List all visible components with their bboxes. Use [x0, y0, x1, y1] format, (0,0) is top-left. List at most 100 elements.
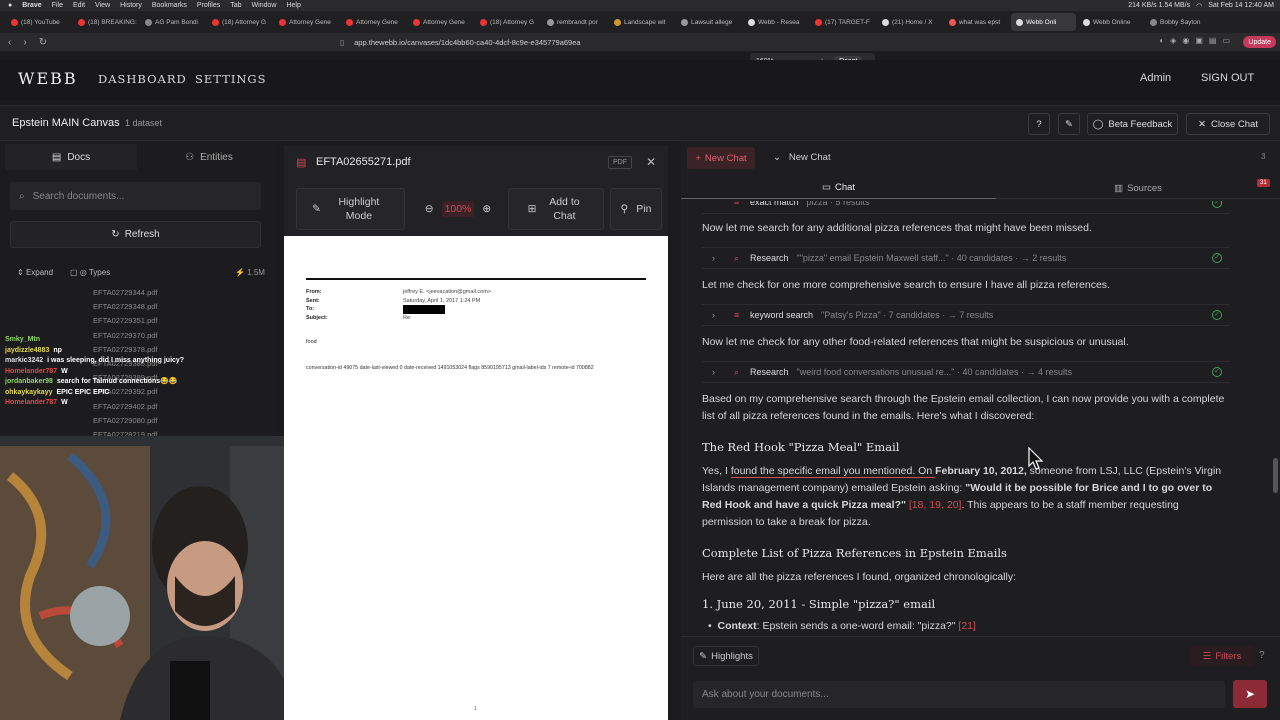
- browser-tab-label: what was epst: [959, 18, 1001, 26]
- zoom-in-icon[interactable]: ⊕: [482, 202, 491, 216]
- document-list-item[interactable]: EFTA02729351.pdf: [93, 314, 158, 328]
- browser-tab[interactable]: AG Pam Bondi: [140, 13, 205, 31]
- extension-icon[interactable]: ◉: [1182, 36, 1189, 45]
- browser-tab[interactable]: Landscape wit: [609, 13, 674, 31]
- tool-call-row[interactable]: › ⌕ Research ""pizza" email Epstein Maxwe…: [702, 247, 1230, 269]
- highlight-mode-button[interactable]: ✎ Highlight Mode: [296, 188, 405, 230]
- back-icon[interactable]: ‹: [8, 37, 11, 48]
- email-header-values: jeffrey E. <jeevacation@gmail.com> Satur…: [403, 288, 491, 322]
- close-pdf-icon[interactable]: ✕: [646, 155, 656, 169]
- add-to-chat-button[interactable]: ⊞ Add to Chat: [508, 188, 604, 230]
- menu-file[interactable]: File: [52, 2, 63, 9]
- pin-button[interactable]: ⚲ Pin: [610, 188, 662, 230]
- search-icon: ⌕: [734, 366, 740, 377]
- document-search-input[interactable]: ⌕ Search documents...: [10, 182, 261, 210]
- sidebar-icon[interactable]: ▤: [1209, 36, 1217, 45]
- help-icon[interactable]: ?: [1259, 650, 1265, 661]
- url-bar[interactable]: ▯ app.thewebb.io/canvases/1dc4bb60-ca40-…: [340, 36, 880, 49]
- nav-signout[interactable]: SIGN OUT: [1201, 72, 1254, 84]
- tool-call-row[interactable]: › ⌕ Research "weird food conversations un…: [702, 361, 1230, 383]
- browser-tab[interactable]: Attorney Gene: [341, 13, 406, 31]
- menu-help[interactable]: Help: [286, 2, 300, 9]
- browser-tab[interactable]: (17) TARGET-F: [810, 13, 875, 31]
- new-chat-button[interactable]: + New Chat: [687, 147, 755, 169]
- stream-chat-message: Smky_Mtn: [5, 335, 195, 346]
- menu-profiles[interactable]: Profiles: [197, 2, 220, 9]
- browser-tab[interactable]: Webb - Resea: [743, 13, 808, 31]
- refresh-label: Refresh: [124, 229, 160, 240]
- filters-button[interactable]: ☰ Filters: [1190, 646, 1254, 666]
- highlights-button[interactable]: ✎ Highlights: [693, 646, 759, 666]
- browser-tab[interactable]: Lawsuit allege: [676, 13, 741, 31]
- stream-chat-text: i was sleeping, did I miss anything juic…: [47, 357, 185, 364]
- bookmark-icon[interactable]: ▯: [340, 38, 344, 47]
- nav-admin[interactable]: Admin: [1140, 72, 1171, 84]
- update-button[interactable]: Update: [1243, 36, 1276, 48]
- browser-tab[interactable]: Attorney Gene: [274, 13, 339, 31]
- beta-feedback-button[interactable]: ◯ Beta Feedback: [1087, 113, 1178, 135]
- browser-tab[interactable]: (18) Attorney G: [475, 13, 540, 31]
- browser-tab[interactable]: (21) Home / X: [877, 13, 942, 31]
- tab-entities[interactable]: ⚇ Entities: [143, 144, 275, 170]
- tool-call-row[interactable]: › ≡ keyword search "Patsy's Pizza" · 7 ca…: [702, 304, 1230, 326]
- search-icon: ⌕: [734, 252, 740, 263]
- nav-dashboard[interactable]: DASHBOARD: [98, 72, 187, 86]
- browser-tab-label: Bobby Sayton: [1160, 18, 1201, 26]
- nav-settings[interactable]: SETTINGS: [195, 72, 267, 86]
- citation-links[interactable]: [18, 19, 20]: [906, 499, 962, 511]
- help-icon: ?: [1036, 118, 1042, 130]
- menu-app[interactable]: Brave: [22, 2, 41, 9]
- close-chat-button[interactable]: ✕ Close Chat: [1186, 113, 1270, 135]
- browser-tab[interactable]: Webb Online: [1078, 13, 1143, 31]
- help-button[interactable]: ?: [1028, 113, 1050, 135]
- browser-tab[interactable]: (18) BREAKING:: [73, 13, 138, 31]
- refresh-button[interactable]: ↻ Refresh: [10, 221, 261, 248]
- forward-icon[interactable]: ›: [23, 37, 26, 48]
- tab-docs[interactable]: ▤ Docs: [5, 144, 137, 170]
- clock[interactable]: Sat Feb 14 12:40 AM: [1208, 2, 1274, 9]
- citation-link[interactable]: [21]: [958, 620, 976, 632]
- tool-call-row[interactable]: ≡ exact match pizza · 5 results ✓: [702, 201, 1230, 214]
- plus-icon: +: [695, 152, 701, 164]
- document-list-item[interactable]: EFTA02729344.pdf: [93, 286, 158, 300]
- chat-selector[interactable]: ⌄ New Chat: [773, 152, 831, 163]
- browser-tab[interactable]: (18) Attorney G: [207, 13, 272, 31]
- extension-icon[interactable]: ▣: [1195, 36, 1203, 45]
- tab-chat[interactable]: ▭ Chat: [681, 177, 996, 199]
- browser-tab[interactable]: (18) YouTube: [6, 13, 71, 31]
- wallet-icon[interactable]: ▭: [1222, 36, 1230, 45]
- message-icon: ◯: [1092, 118, 1104, 130]
- url-text[interactable]: app.thewebb.io/canvases/1dc4bb60-ca40-4d…: [354, 38, 580, 47]
- menu-bookmarks[interactable]: Bookmarks: [152, 2, 187, 9]
- menu-tab[interactable]: Tab: [230, 2, 241, 9]
- menu-history[interactable]: History: [120, 2, 142, 9]
- apple-icon[interactable]: ●: [8, 2, 12, 9]
- send-button[interactable]: ➤: [1233, 680, 1267, 708]
- types-filter-button[interactable]: ▢ ◎ Types: [70, 268, 110, 277]
- menu-edit[interactable]: Edit: [73, 2, 85, 9]
- logo[interactable]: WEBB: [18, 69, 78, 88]
- reload-icon[interactable]: ↻: [39, 37, 47, 48]
- list-heading: 1. June 20, 2011 - Simple "pizza?" email: [702, 597, 936, 611]
- extension-icon[interactable]: ◐: [1159, 36, 1164, 45]
- menu-view[interactable]: View: [95, 2, 110, 9]
- browser-tab[interactable]: Webb Onli: [1011, 13, 1076, 31]
- expand-button[interactable]: ⇕ Expand: [17, 268, 53, 277]
- menu-window[interactable]: Window: [252, 2, 277, 9]
- browser-tab[interactable]: rembrandt por: [542, 13, 607, 31]
- chat-paragraph: Now let me search for any additional piz…: [702, 222, 1092, 234]
- tab-sources[interactable]: ▥ Sources: [996, 177, 1280, 199]
- document-list-item[interactable]: EFTA02729348.pdf: [93, 300, 158, 314]
- from-label: From:: [306, 289, 322, 295]
- document-list-item[interactable]: EFTA02729080.pdf: [93, 414, 158, 428]
- highlight-tool-button[interactable]: ✎: [1058, 113, 1080, 135]
- zoom-out-icon[interactable]: ⊖: [425, 202, 434, 216]
- wifi-icon[interactable]: ◠: [1196, 2, 1202, 10]
- chat-input[interactable]: Ask about your documents...: [693, 681, 1225, 708]
- browser-tab[interactable]: Attorney Gene: [408, 13, 473, 31]
- pdf-type-badge: PDF: [608, 156, 632, 169]
- page-scrollbar[interactable]: [1273, 458, 1278, 493]
- extension-icon[interactable]: ◈: [1170, 36, 1176, 45]
- browser-tab[interactable]: what was epst: [944, 13, 1009, 31]
- browser-tab[interactable]: Bobby Sayton: [1145, 13, 1210, 31]
